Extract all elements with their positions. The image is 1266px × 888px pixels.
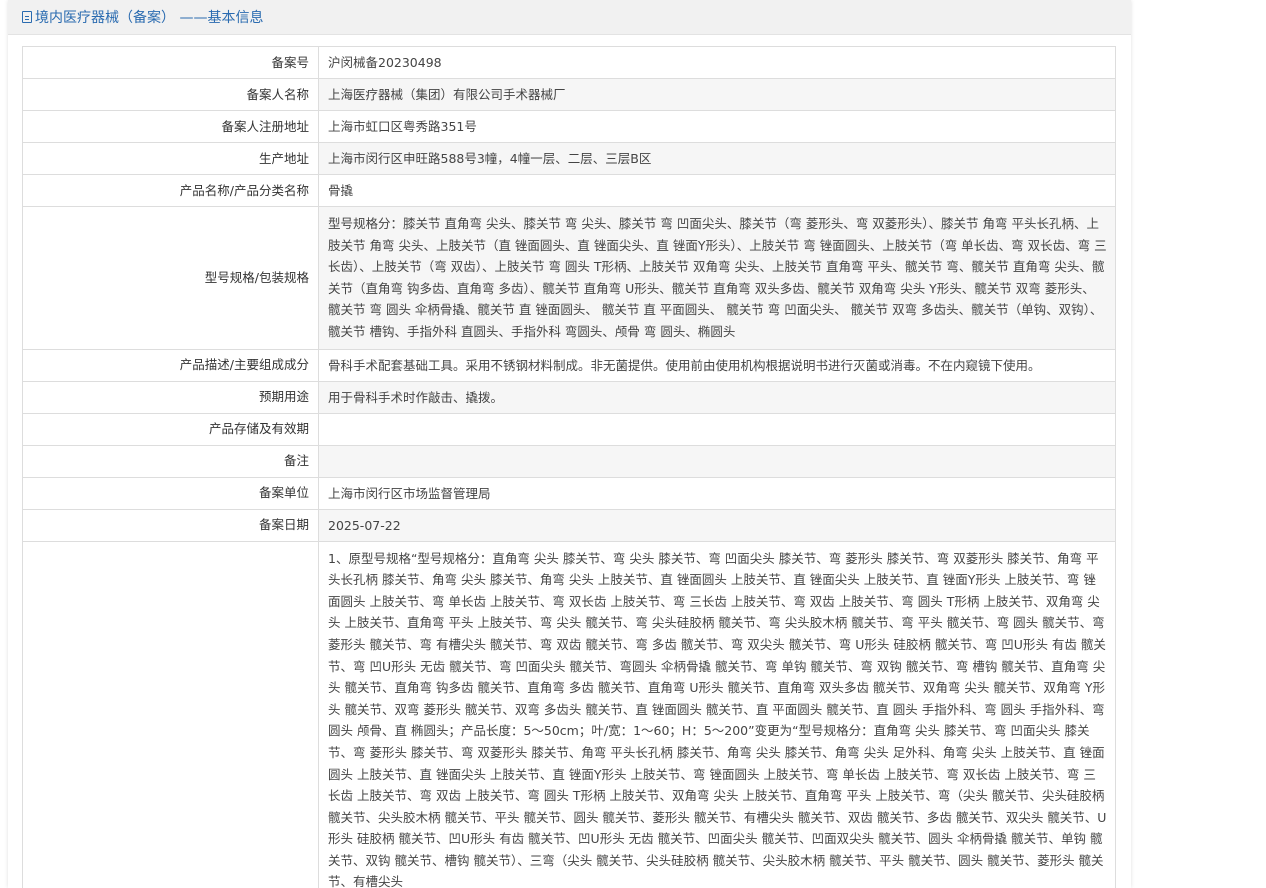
table-row-remarks: 备注 (22, 444, 1116, 478)
table-row-registrant-address: 备案人注册地址 上海市虹口区粤秀路351号 (22, 110, 1116, 143)
row-label: 备案单位 (22, 476, 319, 510)
row-value: 上海市虹口区粤秀路351号 (318, 110, 1116, 143)
row-value: 2025-07-22 (318, 508, 1116, 542)
row-value (318, 444, 1116, 478)
document-icon (22, 11, 32, 23)
table-row-filing-date: 备案日期 2025-07-22 (22, 508, 1116, 542)
row-label: 备案人注册地址 (22, 110, 319, 143)
table-row-production-address: 生产地址 上海市闵行区申旺路588号3幢，4幢一层、二层、三层B区 (22, 142, 1116, 175)
row-value: 骨科手术配套基础工具。采用不锈钢材料制成。非无菌提供。使用前由使用机构根据说明书… (318, 348, 1116, 382)
row-label: 备注 (22, 444, 319, 478)
table-row-model-spec: 型号规格/包装规格 型号规格分：膝关节 直角弯 尖头、膝关节 弯 尖头、膝关节 … (22, 206, 1116, 350)
table-row-record-number: 备案号 沪闵械备20230498 (22, 46, 1116, 79)
page-title: 境内医疗器械（备案） ——基本信息 (35, 10, 264, 26)
info-table: 备案号 沪闵械备20230498 备案人名称 上海医疗器械（集团）有限公司手术器… (22, 46, 1116, 888)
table-row-filing-unit: 备案单位 上海市闵行区市场监督管理局 (22, 476, 1116, 510)
row-value (318, 412, 1116, 446)
row-value: 上海市闵行区市场监督管理局 (318, 476, 1116, 510)
info-table-wrap: 备案号 沪闵械备20230498 备案人名称 上海医疗器械（集团）有限公司手术器… (22, 46, 1116, 888)
table-row-intended-use: 预期用途 用于骨科手术时作敲击、撬拨。 (22, 380, 1116, 414)
row-label: 备案号 (22, 46, 319, 79)
table-row-registrant-name: 备案人名称 上海医疗器械（集团）有限公司手术器械厂 (22, 78, 1116, 111)
panel-header: 境内医疗器械（备案） ——基本信息 (8, 0, 1131, 35)
row-value: 用于骨科手术时作敲击、撬拨。 (318, 380, 1116, 414)
row-value: 上海市闵行区申旺路588号3幢，4幢一层、二层、三层B区 (318, 142, 1116, 175)
table-row-storage-validity: 产品存储及有效期 (22, 412, 1116, 446)
row-value: 型号规格分：膝关节 直角弯 尖头、膝关节 弯 尖头、膝关节 弯 凹面尖头、膝关节… (318, 206, 1116, 350)
table-row-product-name: 产品名称/产品分类名称 骨撬 (22, 174, 1116, 207)
row-label: 备案人名称 (22, 78, 319, 111)
row-value: 上海医疗器械（集团）有限公司手术器械厂 (318, 78, 1116, 111)
row-label: 型号规格/包装规格 (22, 206, 319, 350)
row-label: 备案日期 (22, 508, 319, 542)
row-label: 产品名称/产品分类名称 (22, 174, 319, 207)
row-value: 沪闵械备20230498 (318, 46, 1116, 79)
table-row-change-record: 1、原型号规格“型号规格分：直角弯 尖头 膝关节、弯 尖头 膝关节、弯 凹面尖头… (22, 540, 1116, 888)
table-row-product-description: 产品描述/主要组成成分 骨科手术配套基础工具。采用不锈钢材料制成。非无菌提供。使… (22, 348, 1116, 382)
row-label: 产品存储及有效期 (22, 412, 319, 446)
row-label: 产品描述/主要组成成分 (22, 348, 319, 382)
detail-panel: 境内医疗器械（备案） ——基本信息 备案号 沪闵械备20230498 备案人名称… (8, 0, 1131, 888)
row-label (22, 540, 319, 888)
row-value: 骨撬 (318, 174, 1116, 207)
row-label: 生产地址 (22, 142, 319, 175)
row-value: 1、原型号规格“型号规格分：直角弯 尖头 膝关节、弯 尖头 膝关节、弯 凹面尖头… (318, 540, 1116, 888)
row-label: 预期用途 (22, 380, 319, 414)
